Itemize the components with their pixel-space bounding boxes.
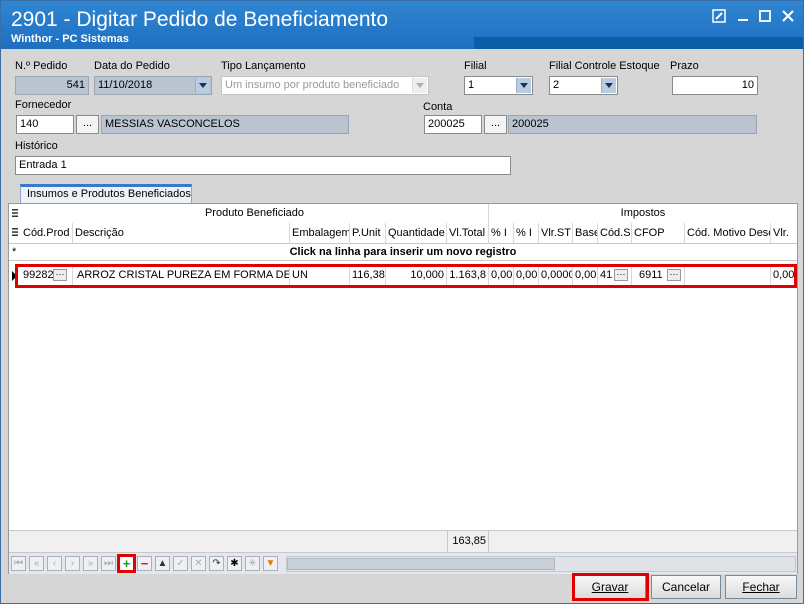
fornecedor-label: Fornecedor xyxy=(15,99,72,111)
col-header-p-unit[interactable]: P.Unit xyxy=(350,223,386,243)
tipo-lancamento-value: Um insumo por produto beneficiado xyxy=(225,79,400,91)
fechar-button[interactable]: Fechar xyxy=(725,575,797,599)
new-record-text: Click na linha para inserir um novo regi… xyxy=(289,246,517,258)
conta-label: Conta xyxy=(423,101,453,113)
column-chooser-icon[interactable] xyxy=(11,227,19,237)
col-header-cod-prod[interactable]: Cód.Prod xyxy=(21,223,73,243)
maximize-icon[interactable] xyxy=(756,9,774,25)
column-chooser-icon[interactable] xyxy=(11,208,19,218)
chevron-down-icon[interactable] xyxy=(601,78,616,93)
grid-navigator: ⏮ « ‹ › » ⏭ + − ▲ ✓ ✕ ↷ ✱ ✳ ▼ xyxy=(9,552,797,574)
filial-estoque-label: Filial Controle Estoque xyxy=(549,60,660,72)
delete-record-icon[interactable]: − xyxy=(137,556,152,571)
goto-bookmark-icon[interactable]: ✳ xyxy=(245,556,260,571)
bookmark-icon[interactable]: ✱ xyxy=(227,556,242,571)
col-header-cod-motivo[interactable]: Cód. Motivo Desc xyxy=(685,223,771,243)
data-pedido-field[interactable]: 11/10/2018 xyxy=(94,76,212,95)
prev-record-icon[interactable]: ‹ xyxy=(47,556,62,571)
refresh-icon[interactable]: ↷ xyxy=(209,556,224,571)
next-page-icon[interactable]: » xyxy=(83,556,98,571)
new-record-row[interactable]: * Click na linha para inserir um novo re… xyxy=(9,243,797,261)
filial-estoque-value: 2 xyxy=(553,79,560,91)
tab-panel: Produto Beneficiado Impostos Cód.Prod De… xyxy=(8,203,798,574)
title-bar: 2901 - Digitar Pedido de Beneficiamento … xyxy=(1,1,803,49)
col-header-vl-total[interactable]: Vl.Total xyxy=(447,223,489,243)
data-pedido-label: Data do Pedido xyxy=(94,60,170,72)
col-header-base[interactable]: Base xyxy=(573,223,598,243)
horizontal-scrollbar[interactable] xyxy=(286,556,796,572)
prazo-field[interactable]: 10 xyxy=(672,76,758,95)
cancelar-button[interactable]: Cancelar xyxy=(651,575,721,599)
close-icon[interactable] xyxy=(779,9,797,25)
tab-insumos[interactable]: Insumos e Produtos Beneficiados xyxy=(20,184,192,204)
edit-icon[interactable] xyxy=(710,9,728,25)
gravar-highlight xyxy=(572,573,649,601)
col-header-cod-s[interactable]: Cód.S xyxy=(598,223,632,243)
add-highlight xyxy=(117,554,136,573)
data-pedido-value: 11/10/2018 xyxy=(98,79,153,91)
conta-search-button[interactable]: ... xyxy=(484,115,507,134)
prev-page-icon[interactable]: « xyxy=(29,556,44,571)
first-page-icon[interactable]: ⏮ xyxy=(11,556,26,571)
conta-name-field: 200025 xyxy=(508,115,757,134)
filial-value: 1 xyxy=(468,79,475,91)
next-record-icon[interactable]: › xyxy=(65,556,80,571)
post-record-icon[interactable]: ✓ xyxy=(173,556,188,571)
title-stripe xyxy=(474,37,803,49)
col-header-embalagem[interactable]: Embalagem xyxy=(290,223,350,243)
last-page-icon[interactable]: ⏭ xyxy=(101,556,116,571)
minimize-icon[interactable] xyxy=(734,9,752,25)
group-header-produto: Produto Beneficiado xyxy=(21,204,489,223)
chevron-down-icon xyxy=(412,78,427,93)
fornecedor-search-button[interactable]: ... xyxy=(76,115,99,134)
chevron-down-icon[interactable] xyxy=(195,78,210,93)
col-header-cfop[interactable]: CFOP xyxy=(632,223,685,243)
filial-label: Filial xyxy=(464,60,487,72)
edit-record-icon[interactable]: ▲ xyxy=(155,556,170,571)
pedido-label: N.º Pedido xyxy=(15,60,68,72)
tipo-lancamento-label: Tipo Lançamento xyxy=(221,60,306,72)
col-header-pct-2[interactable]: % I xyxy=(514,223,539,243)
col-header-vlr[interactable]: Vlr. xyxy=(771,223,797,243)
cancel-edit-icon[interactable]: ✕ xyxy=(191,556,206,571)
chevron-down-icon[interactable] xyxy=(516,78,531,93)
fornecedor-name-field: MESSIAS VASCONCELOS xyxy=(101,115,349,134)
pedido-field[interactable]: 541 xyxy=(15,76,89,95)
grid-footer: 163,85 xyxy=(9,530,797,552)
tipo-lancamento-select: Um insumo por produto beneficiado xyxy=(221,76,429,95)
group-header-impostos: Impostos xyxy=(489,204,797,223)
col-header-pct-1[interactable]: % I xyxy=(489,223,514,243)
window-title: 2901 - Digitar Pedido de Beneficiamento xyxy=(11,8,389,31)
historico-label: Histórico xyxy=(15,140,58,152)
fornecedor-code-field[interactable]: 140 xyxy=(16,115,74,134)
filter-icon[interactable]: ▼ xyxy=(263,556,278,571)
main-window: 2901 - Digitar Pedido de Beneficiamento … xyxy=(0,0,804,604)
col-header-vlr-st[interactable]: Vlr.ST xyxy=(539,223,573,243)
historico-field[interactable]: Entrada 1 xyxy=(15,156,511,175)
footer-total: 163,85 xyxy=(447,531,489,552)
scrollbar-thumb[interactable] xyxy=(287,558,555,570)
row-highlight xyxy=(15,264,797,288)
window-subtitle: Winthor - PC Sistemas xyxy=(11,33,129,45)
filial-estoque-select[interactable]: 2 xyxy=(549,76,618,95)
col-header-quantidade[interactable]: Quantidade xyxy=(386,223,447,243)
col-header-descricao[interactable]: Descrição xyxy=(73,223,290,243)
conta-code-field[interactable]: 200025 xyxy=(424,115,482,134)
prazo-label: Prazo xyxy=(670,60,699,72)
filial-select[interactable]: 1 xyxy=(464,76,533,95)
